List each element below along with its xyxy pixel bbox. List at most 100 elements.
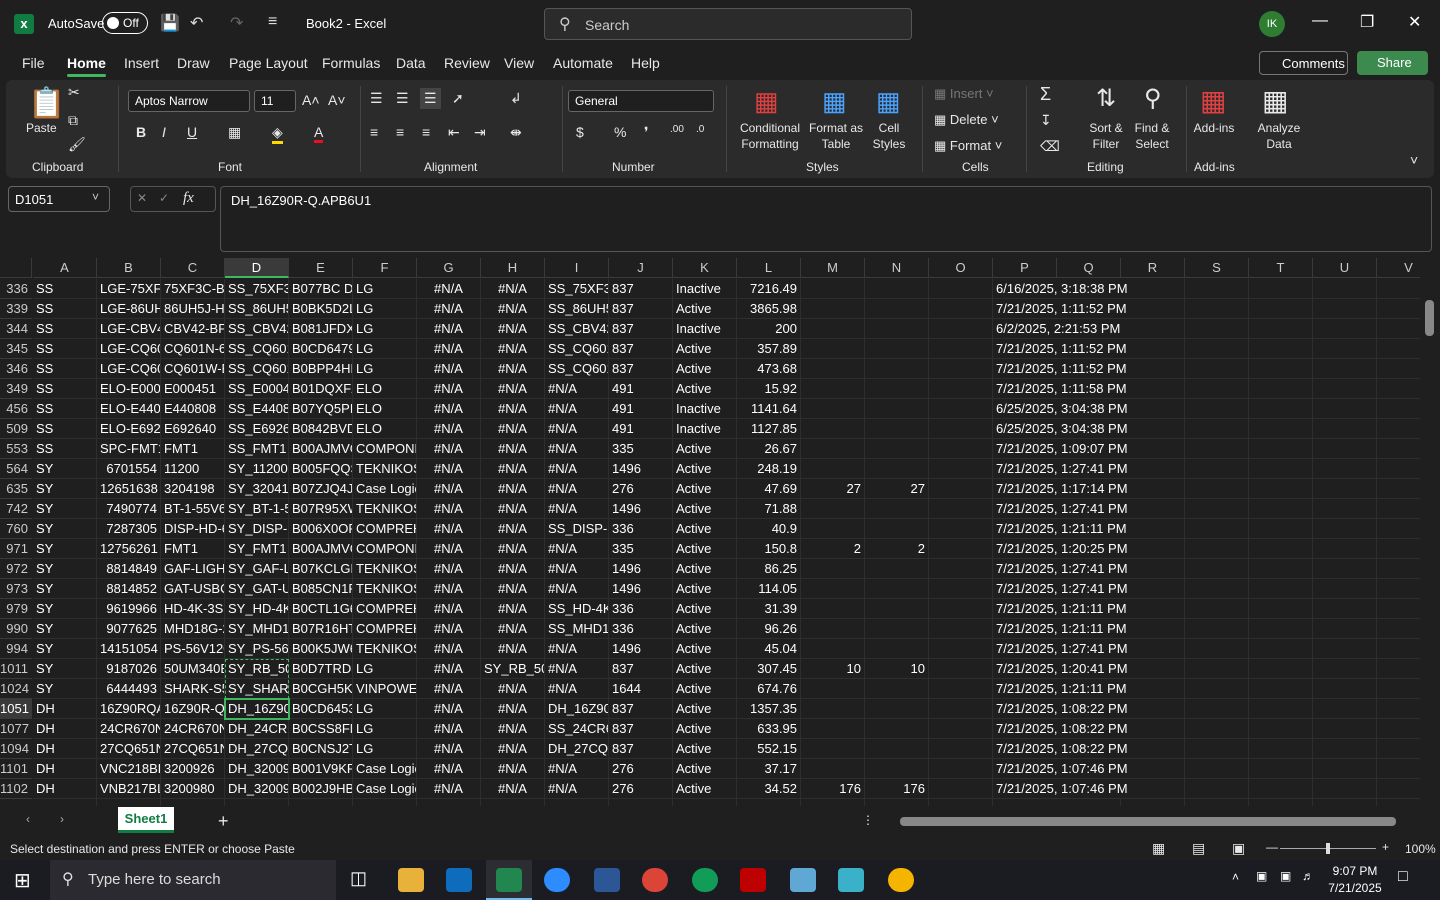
search-box[interactable]: ⚲ Search [544, 8, 912, 40]
cell[interactable]: 473.68 [737, 359, 801, 379]
cell[interactable]: COMPONE [353, 539, 417, 559]
cell[interactable] [865, 419, 929, 439]
cell[interactable]: HD-4K-3SI [161, 599, 225, 619]
cell[interactable] [929, 539, 993, 559]
underline-icon[interactable]: U [187, 124, 197, 140]
cell[interactable]: LG [353, 279, 417, 299]
cell[interactable]: 6444493 [97, 679, 161, 699]
cell[interactable] [1377, 619, 1420, 639]
cell[interactable] [801, 359, 865, 379]
cell[interactable] [929, 339, 993, 359]
cell[interactable] [865, 519, 929, 539]
column-header-f[interactable]: F [353, 258, 417, 278]
cell[interactable]: #N/A [545, 679, 609, 699]
cell[interactable]: 1357.35 [737, 699, 801, 719]
cell[interactable]: 34.52 [737, 779, 801, 799]
analyze-data-icon[interactable]: ▦ [1262, 84, 1288, 117]
cell[interactable] [865, 739, 929, 759]
cell[interactable]: #N/A [545, 559, 609, 579]
cell[interactable] [1313, 639, 1377, 659]
cell[interactable]: SY_MHD18 [225, 619, 289, 639]
cell[interactable] [1377, 739, 1420, 759]
cell[interactable]: SY [33, 679, 97, 699]
cell[interactable] [1249, 499, 1313, 519]
cell[interactable]: VNB217BL [97, 779, 161, 799]
customize-toolbar-icon[interactable]: ≡ [268, 13, 277, 31]
wrap-text-icon[interactable]: ↲ [510, 90, 522, 107]
cell[interactable] [801, 719, 865, 739]
cell[interactable]: #N/A [417, 319, 481, 339]
restore-icon[interactable]: ❐ [1360, 12, 1374, 32]
tab-help[interactable]: Help [631, 55, 660, 71]
cell[interactable]: B006X0OF [289, 519, 353, 539]
cell[interactable]: LGE-CBV42 [97, 319, 161, 339]
cell[interactable]: 6/2/2025, 2:21:53 PM [993, 319, 1133, 339]
cell[interactable]: SY [33, 499, 97, 519]
cell[interactable] [1121, 279, 1185, 299]
cell[interactable] [1313, 499, 1377, 519]
cell[interactable]: #N/A [417, 779, 481, 799]
cell[interactable]: 7/21/2025, 1:27:41 PM [993, 579, 1133, 599]
cell[interactable]: 24CR670N [97, 719, 161, 739]
cell[interactable] [1249, 359, 1313, 379]
cell[interactable] [1313, 679, 1377, 699]
align-top-icon[interactable]: ☰ [370, 90, 383, 107]
column-header-e[interactable]: E [289, 258, 353, 278]
cell[interactable]: Active [673, 659, 737, 679]
windows-start-icon[interactable]: ⊞ [14, 868, 31, 893]
cell[interactable]: ELO-E6926 [97, 419, 161, 439]
select-all-corner[interactable] [0, 258, 32, 278]
collapse-ribbon-icon[interactable]: ˅ [1410, 152, 1418, 168]
cell[interactable] [1249, 539, 1313, 559]
chrome-icon[interactable] [642, 868, 668, 892]
cell[interactable]: 3200926 [161, 759, 225, 779]
cell[interactable]: 674.76 [737, 679, 801, 699]
cell[interactable] [929, 779, 993, 799]
cell[interactable]: Case Logic [353, 479, 417, 499]
column-header-r[interactable]: R [1121, 258, 1185, 278]
undo-icon[interactable]: ↶ [190, 13, 203, 33]
cell[interactable] [1313, 319, 1377, 339]
conditional-formatting-button[interactable]: Conditional Formatting [732, 120, 808, 152]
cell[interactable]: #N/A [417, 299, 481, 319]
cell[interactable]: 276 [609, 479, 673, 499]
cell[interactable]: B01DQXFZ [289, 379, 353, 399]
cell[interactable] [801, 439, 865, 459]
cell[interactable]: FMT1 [161, 439, 225, 459]
cell[interactable] [929, 479, 993, 499]
cell[interactable]: #N/A [481, 499, 545, 519]
cell[interactable] [1121, 639, 1185, 659]
app-icon[interactable] [790, 868, 816, 892]
paste-icon[interactable]: 📋 [28, 86, 65, 121]
network-icon[interactable]: ▣ [1280, 869, 1291, 883]
cell[interactable] [865, 759, 929, 779]
cell[interactable] [1377, 379, 1420, 399]
cell[interactable]: GAF-LIGH1 [161, 559, 225, 579]
cell[interactable] [929, 599, 993, 619]
cell[interactable]: #N/A [481, 759, 545, 779]
cell[interactable] [1057, 799, 1121, 806]
cell[interactable]: 7/21/2025, 1:11:58 PM [993, 379, 1133, 399]
cell[interactable]: MHD18G-2 [161, 619, 225, 639]
cell[interactable] [865, 579, 929, 599]
next-sheet-icon[interactable]: › [60, 812, 64, 826]
cell[interactable]: 7/21/2025, 1:11:52 PM [993, 339, 1133, 359]
cell[interactable]: SS_24CR67 [545, 719, 609, 739]
cell[interactable] [1249, 339, 1313, 359]
name-box-dropdown-icon[interactable]: ˅ [92, 190, 99, 204]
cell[interactable] [289, 799, 353, 806]
row-header[interactable]: 994 [0, 639, 32, 659]
cell[interactable]: 7/21/2025, 1:20:25 PM [993, 539, 1133, 559]
cell[interactable]: TEKNIKOS [353, 579, 417, 599]
cell[interactable]: LG [353, 719, 417, 739]
clock-time[interactable]: 9:07 PM [1328, 864, 1382, 878]
cell[interactable]: 75XF3C-B [161, 279, 225, 299]
cell[interactable]: Active [673, 559, 737, 579]
cell[interactable]: #N/A [481, 519, 545, 539]
cell[interactable]: 7/21/2025, 1:07:46 PM [993, 779, 1133, 799]
align-right-icon[interactable]: ≡ [422, 124, 430, 140]
prev-sheet-icon[interactable]: ‹ [26, 812, 30, 826]
cell[interactable] [929, 299, 993, 319]
cell[interactable] [801, 599, 865, 619]
cell[interactable]: Active [673, 379, 737, 399]
